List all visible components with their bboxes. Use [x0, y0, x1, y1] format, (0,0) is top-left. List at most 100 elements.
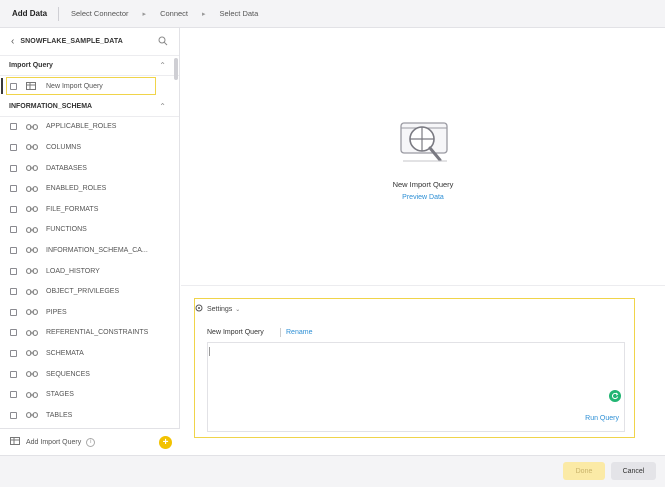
- table-name: TABLES: [46, 411, 73, 419]
- checkbox[interactable]: [10, 205, 17, 213]
- query-input[interactable]: [207, 342, 625, 432]
- table-row[interactable]: INFORMATION_SCHEMA_CA...: [0, 240, 179, 261]
- chevron-right-icon: ▸: [142, 10, 147, 18]
- checkbox[interactable]: [10, 123, 17, 131]
- table-row[interactable]: SCHEMATA: [0, 343, 179, 364]
- table-row[interactable]: STAGES: [0, 384, 179, 405]
- checkbox[interactable]: [10, 267, 17, 275]
- table-row[interactable]: APPLICABLE_ROLES: [0, 117, 179, 138]
- settings-label: Settings: [207, 305, 233, 313]
- table-row[interactable]: COLUMNS: [0, 137, 179, 158]
- checkbox[interactable]: [10, 185, 17, 193]
- checkbox[interactable]: [10, 391, 17, 399]
- scrollbar-thumb[interactable]: [174, 58, 178, 80]
- table-row[interactable]: TABLES: [0, 405, 179, 426]
- table-row[interactable]: REFERENTIAL_CONSTRAINTS: [0, 323, 179, 344]
- step-select-connector[interactable]: Select Connector: [71, 9, 129, 18]
- link-icon: [26, 267, 38, 275]
- chevron-up-icon[interactable]: ⌃: [159, 102, 166, 111]
- link-icon: [26, 123, 38, 131]
- top-bar: Add Data Select Connector ▸ Connect ▸ Se…: [0, 0, 665, 28]
- table-name: LOAD_HISTORY: [46, 267, 100, 275]
- table-name: COLUMNS: [46, 143, 82, 151]
- table-row[interactable]: OBJECT_PRIVILEGES: [0, 281, 179, 302]
- data-browser-panel: ‹ SNOWFLAKE_SAMPLE_DATA Import Query ⌃ N…: [0, 28, 180, 455]
- link-icon: [26, 329, 38, 337]
- back-icon[interactable]: ‹: [11, 36, 14, 47]
- query-preview-illustration-icon: [397, 115, 453, 173]
- table-name: FUNCTIONS: [46, 226, 87, 234]
- link-icon: [26, 411, 38, 419]
- done-button[interactable]: Done: [563, 462, 605, 480]
- table-row[interactable]: FILE_FORMATS: [0, 199, 179, 220]
- database-header: ‹ SNOWFLAKE_SAMPLE_DATA: [0, 28, 179, 56]
- checkbox[interactable]: [10, 308, 17, 316]
- query-name: New Import Query: [207, 329, 264, 336]
- main-panel: New Import Query Preview Data Settings ⌄…: [181, 28, 665, 455]
- gear-icon: [195, 304, 203, 314]
- table-name: STAGES: [46, 391, 74, 399]
- checkbox[interactable]: [10, 246, 17, 254]
- settings-toggle[interactable]: Settings ⌄: [195, 304, 240, 314]
- link-icon: [26, 370, 38, 378]
- table-row[interactable]: FUNCTIONS: [0, 220, 179, 241]
- link-icon: [26, 308, 38, 316]
- table-row[interactable]: ENABLED_ROLES: [0, 178, 179, 199]
- table-name: APPLICABLE_ROLES: [46, 123, 117, 131]
- dialog-footer: Done Cancel: [0, 455, 665, 487]
- checkbox[interactable]: [10, 411, 17, 419]
- information-schema-section[interactable]: INFORMATION_SCHEMA ⌃: [0, 97, 179, 117]
- link-icon: [26, 246, 38, 254]
- link-icon: [26, 205, 38, 213]
- preview-title: New Import Query: [392, 180, 454, 189]
- chevron-up-icon[interactable]: ⌃: [159, 61, 166, 70]
- checkbox[interactable]: [10, 349, 17, 357]
- checkbox[interactable]: [10, 164, 17, 172]
- chevron-right-icon: ▸: [202, 10, 206, 18]
- run-query-button[interactable]: Run Query: [585, 415, 619, 422]
- step-connect[interactable]: Connect: [160, 9, 188, 18]
- refresh-icon[interactable]: [609, 390, 621, 402]
- link-icon: [26, 143, 38, 151]
- query-editor-panel: Settings ⌄ New Import Query Rename Run Q…: [194, 298, 635, 438]
- highlight-box: [6, 77, 156, 95]
- checkbox[interactable]: [10, 370, 17, 378]
- info-icon[interactable]: i: [86, 437, 96, 447]
- list-item-new-import-query[interactable]: New Import Query: [0, 76, 179, 97]
- table-row[interactable]: LOAD_HISTORY: [0, 261, 179, 282]
- left-footer: Add Import Query i +: [0, 428, 180, 455]
- table-name: REFERENTIAL_CONSTRAINTS: [46, 329, 149, 337]
- table-row[interactable]: SEQUENCES: [0, 364, 179, 385]
- table-list: APPLICABLE_ROLES COLUMNS DATABASES ENABLED_…: [0, 117, 179, 426]
- database-name: SNOWFLAKE_SAMPLE_DATA: [20, 38, 123, 45]
- add-import-query-button[interactable]: +: [159, 436, 172, 449]
- preview-area: New Import Query Preview Data: [181, 28, 665, 286]
- table-name: ENABLED_ROLES: [46, 185, 107, 193]
- table-row[interactable]: PIPES: [0, 302, 179, 323]
- checkbox[interactable]: [10, 329, 17, 337]
- table-name: OBJECT_PRIVILEGES: [46, 288, 120, 296]
- section-label: INFORMATION_SCHEMA: [9, 102, 93, 110]
- import-query-section[interactable]: Import Query ⌃: [0, 56, 179, 76]
- dialog-title: Add Data: [12, 9, 48, 18]
- search-icon[interactable]: [158, 36, 168, 48]
- checkbox[interactable]: [10, 143, 17, 151]
- table-row[interactable]: DATABASES: [0, 158, 179, 179]
- table-name: SEQUENCES: [46, 370, 90, 378]
- title-divider: [58, 6, 59, 21]
- table-name: FILE_FORMATS: [46, 205, 99, 213]
- table-name: DATABASES: [46, 164, 87, 172]
- cancel-button[interactable]: Cancel: [611, 462, 656, 480]
- rename-link[interactable]: Rename: [286, 329, 312, 336]
- table-name: SCHEMATA: [46, 349, 84, 357]
- table-name: PIPES: [46, 308, 67, 316]
- query-table-icon: [10, 437, 20, 447]
- link-icon: [26, 185, 38, 193]
- step-select-data[interactable]: Select Data: [220, 9, 259, 18]
- link-icon: [26, 349, 38, 357]
- checkbox[interactable]: [10, 226, 17, 234]
- chevron-down-icon: ⌄: [235, 306, 241, 313]
- link-icon: [26, 391, 38, 399]
- preview-data-link[interactable]: Preview Data: [181, 194, 665, 201]
- checkbox[interactable]: [10, 288, 17, 296]
